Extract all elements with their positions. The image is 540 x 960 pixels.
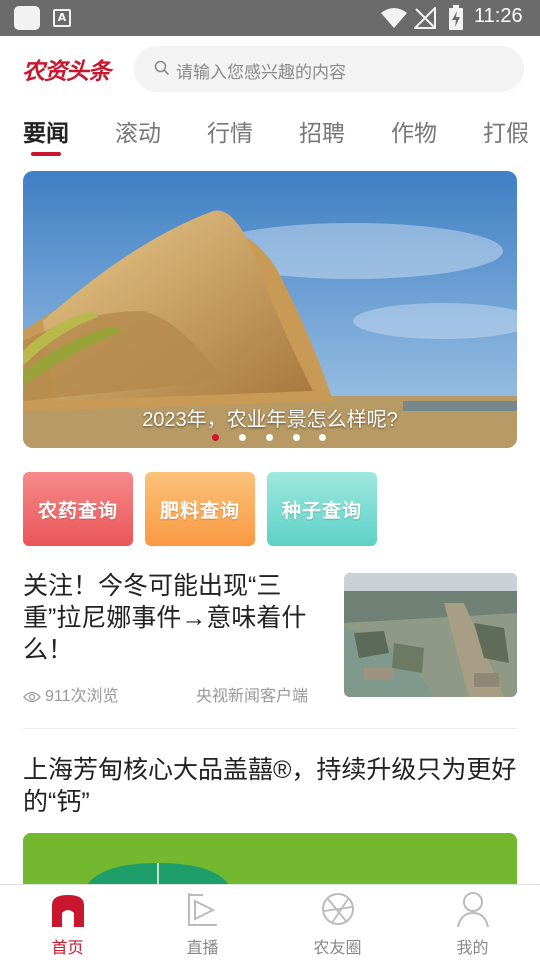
- app-logo[interactable]: 农资头条: [22, 52, 118, 86]
- news-title[interactable]: 关注！今冬可能出现“三重”拉尼娜事件→意味着什么！: [23, 570, 328, 666]
- pesticide-query-label: 农药查询: [37, 501, 118, 522]
- clock: 11:26: [474, 5, 523, 27]
- home-icon: [52, 895, 84, 927]
- news-thumbnail[interactable]: [344, 573, 517, 697]
- wifi-icon: [381, 8, 407, 28]
- carousel-dot[interactable]: [319, 434, 326, 441]
- status-bar: A 11:26: [0, 0, 540, 36]
- seed-query-label: 种子查询: [281, 501, 362, 522]
- nav-live[interactable]: 直播: [135, 885, 270, 960]
- community-icon: [322, 893, 354, 925]
- live-icon: [188, 893, 217, 926]
- tab-market[interactable]: 行情: [207, 114, 253, 148]
- news-title[interactable]: 上海芳甸核心大品盖囍®，持续升级只为更好的“钙”: [23, 754, 517, 818]
- battery-icon: [449, 5, 463, 30]
- list-divider: [23, 728, 517, 729]
- nav-profile[interactable]: 我的: [405, 885, 540, 960]
- view-count-text: 911次浏览: [45, 688, 119, 705]
- nav-community-label: 农友圈: [313, 940, 362, 957]
- eye-icon: [23, 691, 41, 703]
- news-source: 央视新闻客户端: [196, 688, 309, 705]
- tab-headlines[interactable]: 要闻: [23, 114, 69, 148]
- nav-community[interactable]: 农友圈: [270, 885, 405, 960]
- profile-icon: [457, 892, 489, 928]
- bottom-navigation: 首页 直播 农友圈 我的: [0, 884, 540, 960]
- no-signal-icon: [414, 7, 436, 29]
- search-placeholder: 请输入您感兴趣的内容: [176, 63, 346, 82]
- tab-anti-counterfeit[interactable]: 打假: [483, 114, 529, 148]
- fertilizer-query-button[interactable]: 肥料查询: [145, 472, 255, 546]
- app-badge-icon: A: [53, 9, 71, 27]
- seed-query-button[interactable]: 种子查询: [267, 472, 377, 546]
- tab-jobs[interactable]: 招聘: [299, 114, 345, 148]
- nav-home[interactable]: 首页: [0, 885, 135, 960]
- svg-text:农资头条: 农资头条: [22, 59, 114, 85]
- nav-home-label: 首页: [51, 940, 84, 957]
- fertilizer-query-label: 肥料查询: [159, 501, 240, 522]
- search-bar[interactable]: 请输入您感兴趣的内容: [134, 46, 524, 92]
- notification-icon: [14, 6, 40, 30]
- tab-crops[interactable]: 作物: [391, 114, 437, 148]
- banner-caption: 2023年，农业年景怎么样呢?: [142, 409, 398, 431]
- tab-rolling[interactable]: 滚动: [115, 114, 161, 148]
- active-tab-indicator: [31, 152, 61, 156]
- pesticide-query-button[interactable]: 农药查询: [23, 472, 133, 546]
- nav-profile-label: 我的: [456, 940, 489, 957]
- banner-carousel[interactable]: 2023年，农业年景怎么样呢?: [23, 171, 517, 448]
- carousel-dot[interactable]: [239, 434, 246, 441]
- view-count: 911次浏览: [23, 682, 119, 706]
- carousel-dot[interactable]: [293, 434, 300, 441]
- search-icon: [154, 60, 169, 75]
- carousel-dot[interactable]: [266, 434, 273, 441]
- flood-image: [344, 573, 517, 697]
- carousel-dot[interactable]: [212, 434, 219, 441]
- nav-live-label: 直播: [186, 940, 219, 957]
- category-tabs: 要闻 滚动 行情 招聘 作物 打假: [0, 110, 540, 160]
